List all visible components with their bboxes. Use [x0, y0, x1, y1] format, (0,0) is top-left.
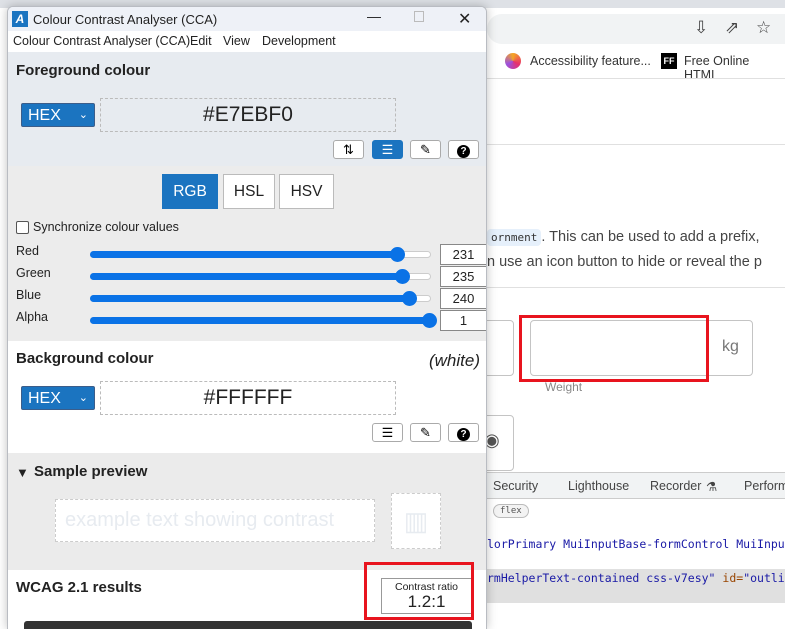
sample-text: example text showing contrast — [55, 499, 375, 542]
foreground-heading: Foreground colour — [16, 62, 151, 79]
flex-badge[interactable]: flex — [493, 504, 529, 518]
title-bar: A Colour Contrast Analyser (CCA) — ✕ — [8, 7, 486, 31]
menu-development[interactable]: Development — [262, 34, 336, 48]
tab-lighthouse[interactable]: Lighthouse — [568, 479, 629, 493]
flask-icon: ⚗ — [706, 480, 718, 494]
help-icon[interactable]: ? — [448, 140, 479, 159]
slider-thumb[interactable] — [422, 313, 437, 328]
channel-slider[interactable] — [90, 313, 437, 328]
slider-fill — [90, 317, 431, 324]
divider — [487, 78, 785, 79]
eyedropper-icon[interactable]: ✎ — [410, 423, 441, 442]
help-icon[interactable]: ? — [448, 423, 479, 442]
background-hex-input[interactable]: #FFFFFF — [100, 381, 396, 415]
channel-value-input[interactable]: 240 — [440, 288, 486, 309]
highlight-box — [364, 562, 474, 620]
foreground-section: Foreground colour HEX ⌄ #E7EBF0 ⇅ ☰ ✎ ? — [8, 52, 486, 166]
slider-thumb[interactable] — [401, 291, 417, 306]
chart-icon: ▥ — [391, 493, 441, 549]
foreground-format-select[interactable]: HEX ⌄ — [21, 103, 95, 127]
results-table-header — [24, 621, 472, 629]
page-paragraph: ornment. This can be used to add a prefi… — [487, 225, 785, 274]
bookmark-accessibility[interactable]: Accessibility feature... — [530, 54, 651, 68]
channel-label: Red — [16, 244, 39, 258]
install-icon[interactable]: ⇩ — [694, 18, 708, 38]
menu-view[interactable]: View — [223, 34, 250, 48]
sync-checkbox[interactable] — [16, 221, 29, 234]
swap-icon[interactable]: ⇅ — [333, 140, 364, 159]
code-line: rmHelperText-contained css-v7esy" id="ou… — [487, 571, 785, 585]
star-icon[interactable]: ☆ — [756, 18, 771, 38]
cca-window: A Colour Contrast Analyser (CCA) — ✕ Col… — [7, 6, 487, 629]
weight-helper-text: Weight — [545, 380, 583, 394]
divider — [487, 144, 785, 145]
tab-performance[interactable]: Perform — [744, 479, 785, 493]
channel-label: Green — [16, 266, 51, 280]
slider-thumb[interactable] — [395, 269, 411, 284]
channel-slider[interactable] — [90, 269, 431, 284]
cca-logo-icon: A — [12, 11, 28, 27]
highlight-box — [519, 315, 709, 382]
colour-sliders-section: RGB HSL HSV Synchronize colour values Re… — [8, 166, 486, 341]
chevron-down-icon: ⌄ — [78, 109, 88, 121]
paragraph-line: n use an icon button to hide or reveal t… — [487, 254, 762, 270]
ff-logo-icon: FF — [661, 53, 677, 69]
eyedropper-icon[interactable]: ✎ — [410, 140, 441, 159]
tab-hsl[interactable]: HSL — [223, 174, 275, 209]
sample-heading: Sample preview — [34, 463, 148, 480]
code-snippet: ornment — [487, 229, 542, 246]
channel-value-input[interactable]: 1 — [440, 310, 486, 331]
sliders-icon[interactable]: ☰ — [372, 140, 403, 159]
slider-fill — [90, 295, 411, 302]
window-title: Colour Contrast Analyser (CCA) — [33, 12, 218, 27]
wcag-heading: WCAG 2.1 results — [16, 579, 142, 596]
sync-label: Synchronize colour values — [33, 220, 179, 234]
paragraph-line: . This can be used to add a prefix, — [541, 229, 760, 245]
share-icon[interactable]: ⇗ — [725, 18, 739, 38]
channel-label: Alpha — [16, 310, 48, 324]
sample-preview-section: ▼ Sample preview example text showing co… — [8, 453, 486, 570]
tab-hsv[interactable]: HSV — [279, 174, 334, 209]
maximize-button[interactable] — [414, 11, 424, 22]
weight-adornment: kg — [722, 338, 739, 355]
background-format-select[interactable]: HEX ⌄ — [21, 386, 95, 410]
channel-value-input[interactable]: 235 — [440, 266, 486, 287]
sliders-icon[interactable]: ☰ — [372, 423, 403, 442]
minimize-button[interactable]: — — [367, 8, 381, 24]
tab-recorder[interactable]: Recorder — [650, 479, 701, 493]
close-button[interactable]: ✕ — [458, 9, 471, 29]
devtools-tabs: Security Lighthouse Recorder ⚗ Perform — [487, 472, 785, 499]
channel-value-input[interactable]: 231 — [440, 244, 486, 265]
slider-fill — [90, 273, 405, 280]
chevron-down-icon: ⌄ — [78, 392, 88, 404]
menu-edit[interactable]: Edit — [190, 34, 212, 48]
divider — [487, 287, 785, 288]
code-line: lorPrimary MuiInputBase-formControl MuiI… — [487, 537, 785, 551]
tab-rgb[interactable]: RGB — [162, 174, 218, 209]
slider-fill — [90, 251, 399, 258]
channel-slider[interactable] — [90, 291, 431, 306]
foreground-hex-input[interactable]: #E7EBF0 — [100, 98, 396, 132]
background-colour-name: (white) — [428, 351, 480, 370]
collapse-triangle-icon[interactable]: ▼ — [16, 465, 29, 480]
channel-label: Blue — [16, 288, 42, 302]
background-section: Background colour (white) HEX ⌄ #FFFFFF ☰… — [8, 341, 486, 453]
tab-security[interactable]: Security — [493, 479, 538, 493]
background-heading: Background colour — [16, 350, 154, 367]
firefox-logo-icon — [505, 53, 521, 69]
slider-thumb[interactable] — [389, 247, 405, 262]
menu-bar: Colour Contrast Analyser (CCA) Edit View… — [8, 31, 486, 52]
channel-slider[interactable] — [90, 247, 431, 262]
address-bar[interactable] — [487, 14, 785, 44]
bookmarks-bar: Accessibility feature... FF Free Online … — [487, 46, 785, 82]
menu-app[interactable]: Colour Contrast Analyser (CCA) — [13, 34, 190, 48]
